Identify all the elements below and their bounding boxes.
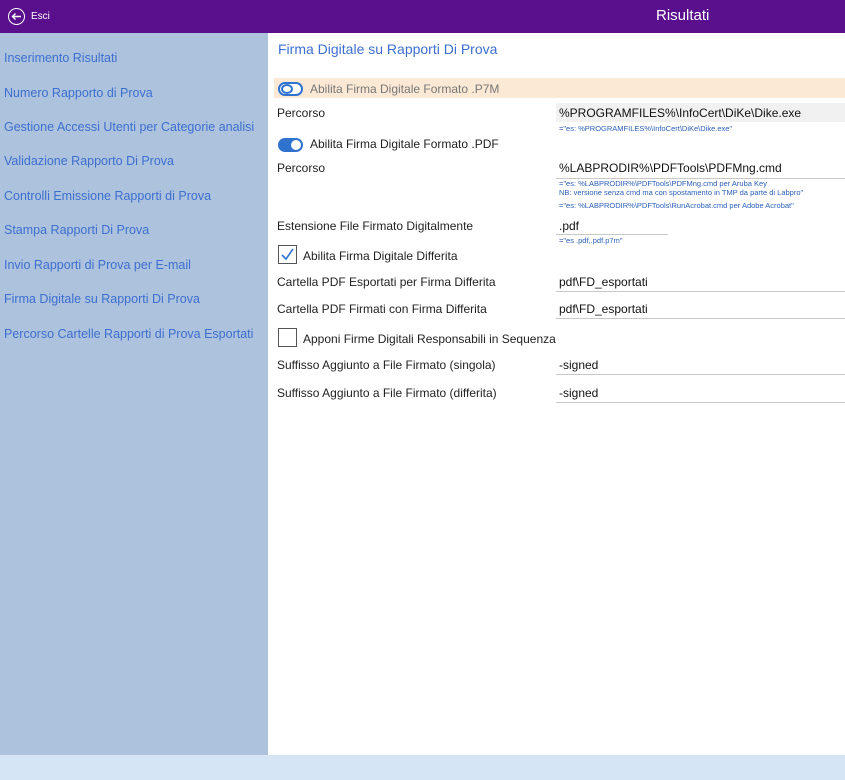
pdf-toggle[interactable]	[278, 138, 303, 152]
suffix-deferred-label: Suffisso Aggiunto a File Firmato (differ…	[277, 386, 497, 400]
toggle-knob	[281, 84, 293, 94]
sidebar-item-invio-email[interactable]: Invio Rapporti di Prova per E-mail	[4, 258, 191, 272]
export-folder-value[interactable]: pdf\FD_esportati	[559, 275, 648, 289]
p7m-toggle-label: Abilita Firma Digitale Formato .P7M	[310, 82, 500, 96]
signed-folder-value[interactable]: pdf\FD_esportati	[559, 302, 648, 316]
extension-hint: ="es .pdf,.pdf.p7m"	[559, 236, 623, 245]
signed-folder-label: Cartella PDF Firmati con Firma Differita	[277, 302, 487, 316]
sidebar: Inserimento Risultati Numero Rapporto di…	[0, 33, 268, 755]
suffix-deferred-value[interactable]: -signed	[559, 386, 598, 400]
toggle-knob	[291, 140, 301, 150]
p7m-path-label: Percorso	[277, 106, 326, 120]
deferred-signing-label: Abilita Firma Digitale Differita	[303, 249, 458, 263]
export-folder-underline	[556, 291, 845, 292]
main-panel: Firma Digitale su Rapporti Di Prova Abil…	[268, 33, 845, 755]
sequence-signing-label: Apponi Firme Digitali Responsabili in Se…	[303, 332, 556, 346]
arrow-left-icon	[8, 8, 25, 25]
suffix-single-value[interactable]: -signed	[559, 358, 598, 372]
extension-label: Estensione File Firmato Digitalmente	[277, 219, 474, 233]
back-button[interactable]: Esci	[8, 8, 50, 25]
pdf-path-label: Percorso	[277, 161, 326, 175]
sidebar-item-gestione-accessi[interactable]: Gestione Accessi Utenti per Categorie an…	[4, 120, 254, 134]
sidebar-item-controlli-emissione[interactable]: Controlli Emissione Rapporti di Prova	[4, 189, 211, 203]
sequence-signing-checkbox[interactable]	[278, 328, 297, 347]
sidebar-item-percorso-cartelle[interactable]: Percorso Cartelle Rapporti di Prova Espo…	[4, 327, 253, 341]
sidebar-item-validazione[interactable]: Validazione Rapporto Di Prova	[4, 154, 174, 168]
pdf-path-hint-1: ="es: %LABPRODIR%\PDFTools\PDFMng.cmd pe…	[559, 179, 767, 188]
pdf-path-hint-2: NB: versione senza cmd ma con spostament…	[559, 188, 804, 197]
p7m-path-value: %PROGRAMFILES%\InfoCert\DiKe\Dike.exe	[559, 106, 802, 120]
suffix-deferred-underline	[556, 402, 845, 403]
sidebar-item-numero-rapporto[interactable]: Numero Rapporto di Prova	[4, 86, 153, 100]
signed-folder-underline	[556, 318, 845, 319]
sidebar-item-firma-digitale[interactable]: Firma Digitale su Rapporti Di Prova	[4, 292, 200, 306]
pdf-toggle-label: Abilita Firma Digitale Formato .PDF	[310, 137, 499, 151]
suffix-single-label: Suffisso Aggiunto a File Firmato (singol…	[277, 358, 496, 372]
deferred-signing-checkbox[interactable]	[278, 245, 297, 264]
sidebar-item-inserimento-risultati[interactable]: Inserimento Risultati	[4, 51, 117, 65]
sidebar-item-stampa[interactable]: Stampa Rapporti Di Prova	[4, 223, 149, 237]
pdf-path-value[interactable]: %LABPRODIR%\PDFTools\PDFMng.cmd	[559, 161, 782, 175]
p7m-toggle[interactable]	[278, 82, 303, 96]
pdf-path-hint-3: ="es: %LABPRODIR%\PDFTools\RunAcrobat.cm…	[559, 201, 794, 210]
footer-bar	[0, 755, 845, 780]
suffix-single-underline	[556, 374, 845, 375]
section-title: Firma Digitale su Rapporti Di Prova	[278, 41, 498, 57]
extension-underline	[556, 234, 668, 235]
checkmark-icon	[281, 248, 294, 261]
back-label: Esci	[31, 11, 50, 22]
p7m-path-hint: ="es: %PROGRAMFILES%\InfoCert\DiKe\Dike.…	[559, 124, 733, 133]
page-title: Risultati	[656, 7, 710, 24]
export-folder-label: Cartella PDF Esportati per Firma Differi…	[277, 275, 496, 289]
extension-value[interactable]: .pdf	[559, 219, 579, 233]
title-bar: Esci Risultati	[0, 0, 845, 33]
